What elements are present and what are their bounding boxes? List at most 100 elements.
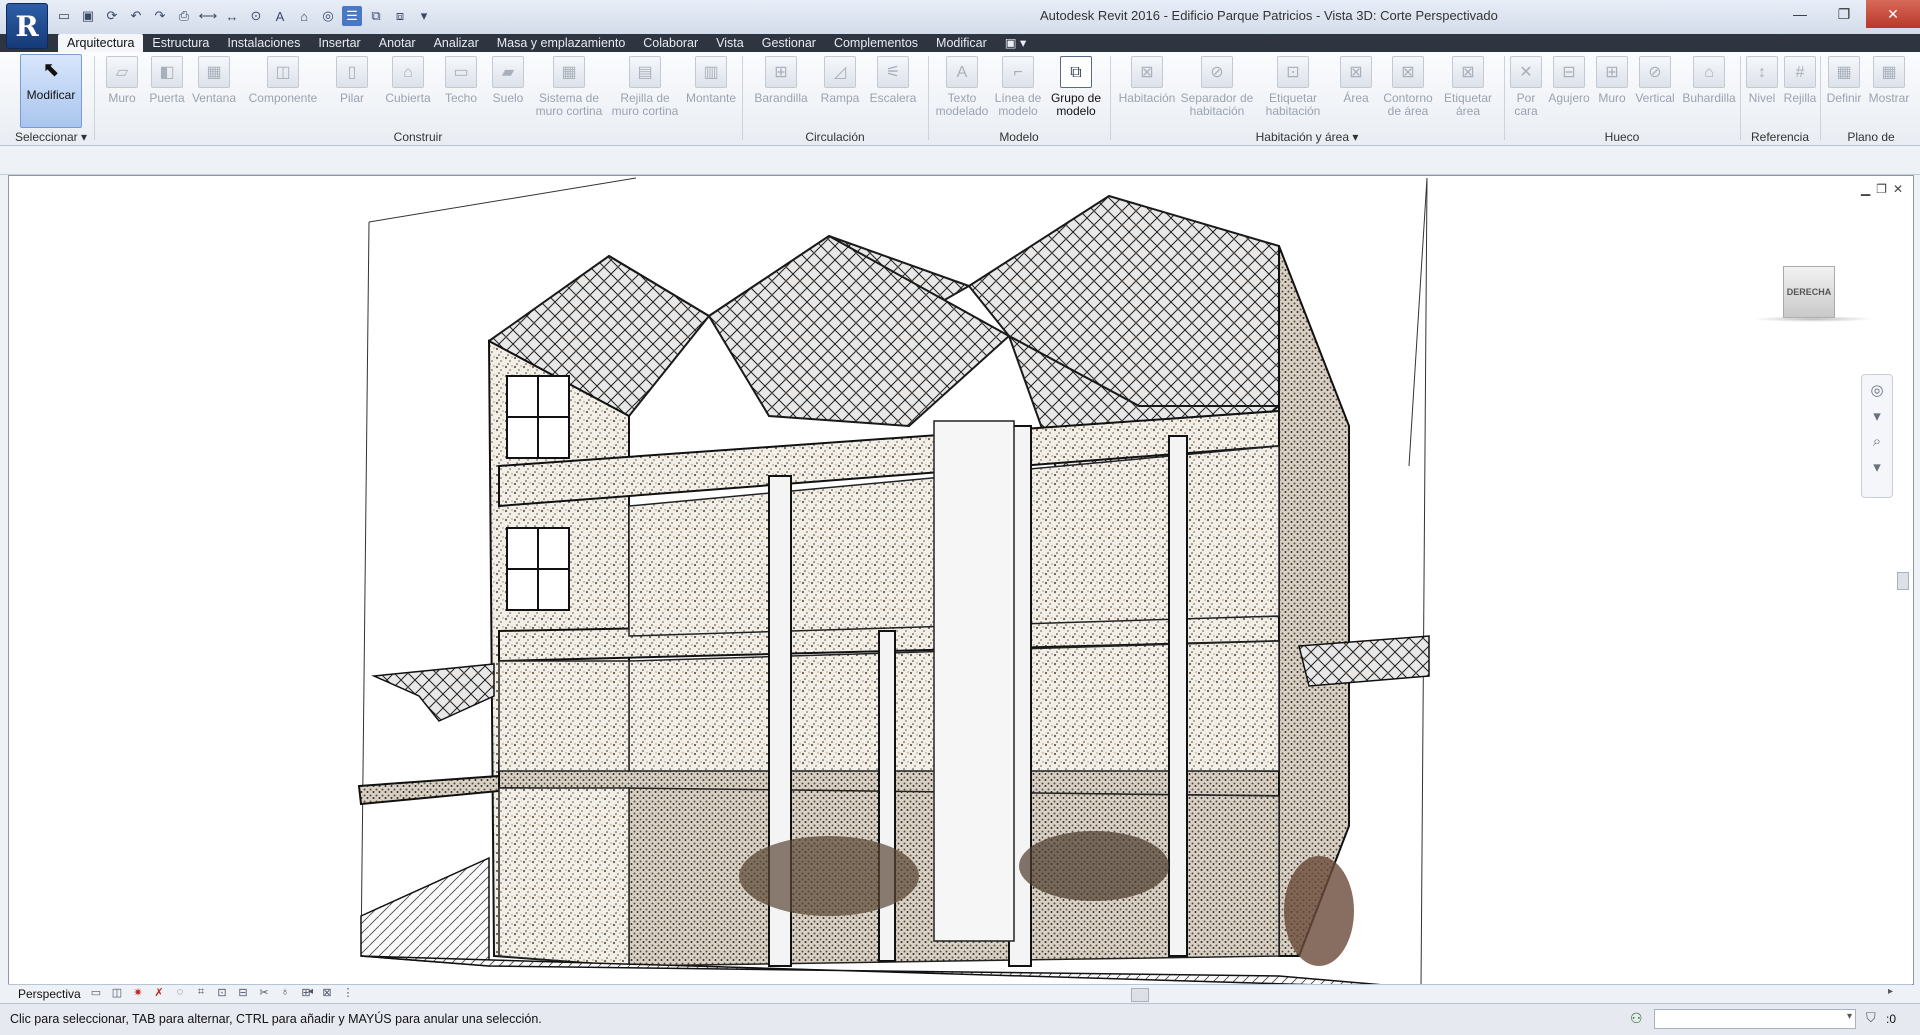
viewcube[interactable]: DERECHA bbox=[1753, 266, 1873, 322]
crop-view-icon[interactable]: ⊡ bbox=[214, 986, 230, 999]
shadows-icon[interactable]: ✗ bbox=[151, 986, 167, 999]
application-menu-button[interactable]: R bbox=[6, 3, 48, 49]
reveal-constraints-icon[interactable]: ⋮ bbox=[340, 986, 356, 999]
lock-view-icon[interactable]: ⌗ bbox=[193, 986, 209, 999]
maximize-icon[interactable]: ❐ bbox=[1822, 0, 1866, 28]
grid-button[interactable]: # Rejilla bbox=[1782, 56, 1818, 128]
viewcube-compass[interactable] bbox=[1753, 316, 1873, 322]
wall-opening-button[interactable]: ⊞ Muro bbox=[1594, 56, 1630, 128]
scroll-right-icon[interactable]: ▸ bbox=[1888, 986, 1893, 997]
door-button[interactable]: ◧ Puerta bbox=[146, 56, 188, 128]
restore-view-icon[interactable]: ❐ bbox=[1876, 182, 1887, 196]
sun-path-icon[interactable]: ✷ bbox=[130, 986, 146, 999]
3d-viewport[interactable]: ▁ ❐ ✕ DERECHA ◎ ▾ ⌕ ▾ bbox=[8, 175, 1914, 985]
contextual-tab-dropdown-icon[interactable]: ▣ ▾ bbox=[996, 34, 1036, 52]
model-group-button[interactable]: ⧉ Grupo de modelo bbox=[1048, 56, 1104, 128]
close-icon[interactable]: ✕ bbox=[1866, 0, 1920, 28]
customize-icon[interactable]: ▾ bbox=[414, 6, 434, 26]
tab-modificar[interactable]: Modificar bbox=[927, 34, 996, 52]
tab-insertar[interactable]: Insertar bbox=[309, 34, 369, 52]
railing-button[interactable]: ⊞ Barandilla bbox=[752, 56, 810, 128]
roof-button[interactable]: ⌂ Cubierta bbox=[382, 56, 434, 128]
shaft-button[interactable]: ⊟ Agujero bbox=[1546, 56, 1592, 128]
thin-lines-icon[interactable]: ☰ bbox=[342, 6, 362, 26]
undo-icon[interactable]: ↶ bbox=[126, 6, 146, 26]
show-crop-icon[interactable]: ⊟ bbox=[235, 986, 251, 999]
wall-button[interactable]: ▱ Muro bbox=[102, 56, 142, 128]
curtain-system-button[interactable]: ▦ Sistema de muro cortina bbox=[534, 56, 604, 128]
chevron-down-icon[interactable]: ▾ bbox=[1873, 407, 1881, 425]
tab-vista[interactable]: Vista bbox=[707, 34, 753, 52]
vertical-scrollbar-thumb[interactable] bbox=[1897, 572, 1909, 590]
model-line-button[interactable]: ⌐ Línea de modelo bbox=[994, 56, 1042, 128]
column-button[interactable]: ▯ Pilar bbox=[332, 56, 372, 128]
open-icon[interactable]: ▭ bbox=[54, 6, 74, 26]
tab-anotar[interactable]: Anotar bbox=[370, 34, 425, 52]
steering-wheel-icon[interactable]: ◎ bbox=[1870, 381, 1883, 399]
stair-button[interactable]: ⚟ Escalera bbox=[868, 56, 918, 128]
minimize-icon[interactable]: — bbox=[1778, 0, 1822, 28]
close-view-icon[interactable]: ✕ bbox=[1893, 182, 1903, 196]
section-icon[interactable]: ◎ bbox=[318, 6, 338, 26]
tag-room-button[interactable]: ⊡ Etiquetar habitación bbox=[1262, 56, 1324, 128]
3d-view-icon[interactable]: ⌂ bbox=[294, 6, 314, 26]
model-text-button[interactable]: A Texto modelado bbox=[934, 56, 990, 128]
tab-masa-emplazamiento[interactable]: Masa y emplazamiento bbox=[488, 34, 635, 52]
text-icon[interactable]: A bbox=[270, 6, 290, 26]
print-icon[interactable]: ⎙ bbox=[174, 6, 194, 26]
horizontal-scrollbar-thumb[interactable] bbox=[1131, 988, 1149, 1002]
by-face-button[interactable]: ✕ Por cara bbox=[1508, 56, 1544, 128]
tab-arquitectura[interactable]: Arquitectura bbox=[58, 34, 144, 52]
worksets-icon[interactable]: ⚇ bbox=[1630, 1010, 1643, 1027]
tab-complementos[interactable]: Complementos bbox=[825, 34, 927, 52]
viewcube-face-derecha[interactable]: DERECHA bbox=[1783, 266, 1835, 318]
minimize-view-icon[interactable]: ▁ bbox=[1861, 182, 1870, 196]
vertical-opening-button[interactable]: ⊘ Vertical bbox=[1632, 56, 1678, 128]
area-button[interactable]: ⊠ Área bbox=[1334, 56, 1378, 128]
tab-estructura[interactable]: Estructura bbox=[143, 34, 218, 52]
highlight-displacement-icon[interactable]: ⊠ bbox=[319, 986, 335, 999]
floor-button[interactable]: ▰ Suelo bbox=[488, 56, 528, 128]
panel-title-seleccionar[interactable]: Seleccionar ▾ bbox=[10, 130, 92, 144]
ramp-button[interactable]: ◿ Rampa bbox=[818, 56, 862, 128]
filter-icon[interactable]: ⛉ bbox=[1866, 1010, 1876, 1026]
temporary-hide-icon[interactable]: ✂ bbox=[256, 986, 272, 999]
dormer-button[interactable]: ⌂ Buhardilla bbox=[1680, 56, 1738, 128]
chevron-down-icon[interactable]: ▾ bbox=[1873, 458, 1881, 476]
design-options-dropdown[interactable]: ▾ bbox=[1654, 1009, 1856, 1029]
point-cloud-section-model[interactable] bbox=[9, 176, 1913, 984]
curtain-grid-button[interactable]: ▤ Rejilla de muro cortina bbox=[610, 56, 680, 128]
scroll-left-icon[interactable]: ◂ bbox=[308, 986, 313, 997]
redo-icon[interactable]: ↷ bbox=[150, 6, 170, 26]
view-scale-label[interactable]: Perspectiva bbox=[18, 987, 81, 1001]
tab-instalaciones[interactable]: Instalaciones bbox=[218, 34, 309, 52]
area-boundary-button[interactable]: ⊠ Contorno de área bbox=[1380, 56, 1436, 128]
dimension-icon[interactable]: ↔ bbox=[222, 6, 242, 26]
tag-area-button[interactable]: ⊠ Etiquetar área bbox=[1440, 56, 1496, 128]
modify-button[interactable]: ⬉ Modificar bbox=[20, 54, 82, 128]
measure-icon[interactable]: ⟷ bbox=[198, 6, 218, 26]
visual-style-icon[interactable]: ◫ bbox=[109, 986, 125, 999]
sync-icon[interactable]: ⟳ bbox=[102, 6, 122, 26]
close-hidden-icon[interactable]: ⧉ bbox=[366, 6, 386, 26]
switch-windows-icon[interactable]: ⧈ bbox=[390, 6, 410, 26]
component-button[interactable]: ◫ Componente bbox=[246, 56, 320, 128]
level-button[interactable]: ↕ Nivel bbox=[1744, 56, 1780, 128]
tab-analizar[interactable]: Analizar bbox=[425, 34, 488, 52]
save-icon[interactable]: ▣ bbox=[78, 6, 98, 26]
zoom-region-icon[interactable]: ⌕ bbox=[1873, 433, 1881, 450]
room-separator-button[interactable]: ⊘ Separador de habitación bbox=[1180, 56, 1254, 128]
show-workplane-button[interactable]: ▦ Mostrar bbox=[1866, 56, 1912, 128]
render-icon[interactable]: ◌ bbox=[172, 986, 188, 999]
tag-icon[interactable]: ⊙ bbox=[246, 6, 266, 26]
mullion-button[interactable]: ▥ Montante bbox=[684, 56, 738, 128]
ceiling-button[interactable]: ▭ Techo bbox=[440, 56, 482, 128]
panel-title-habitacion-area[interactable]: Habitación y área ▾ bbox=[1112, 130, 1502, 144]
room-button[interactable]: ⊠ Habitación bbox=[1116, 56, 1178, 128]
detail-level-icon[interactable]: ▭ bbox=[88, 986, 104, 999]
tab-colaborar[interactable]: Colaborar bbox=[634, 34, 707, 52]
set-workplane-button[interactable]: ▦ Definir bbox=[1824, 56, 1864, 128]
window-button[interactable]: ▦ Ventana bbox=[190, 56, 238, 128]
tab-gestionar[interactable]: Gestionar bbox=[753, 34, 825, 52]
reveal-hidden-icon[interactable]: ♁ bbox=[277, 986, 293, 999]
